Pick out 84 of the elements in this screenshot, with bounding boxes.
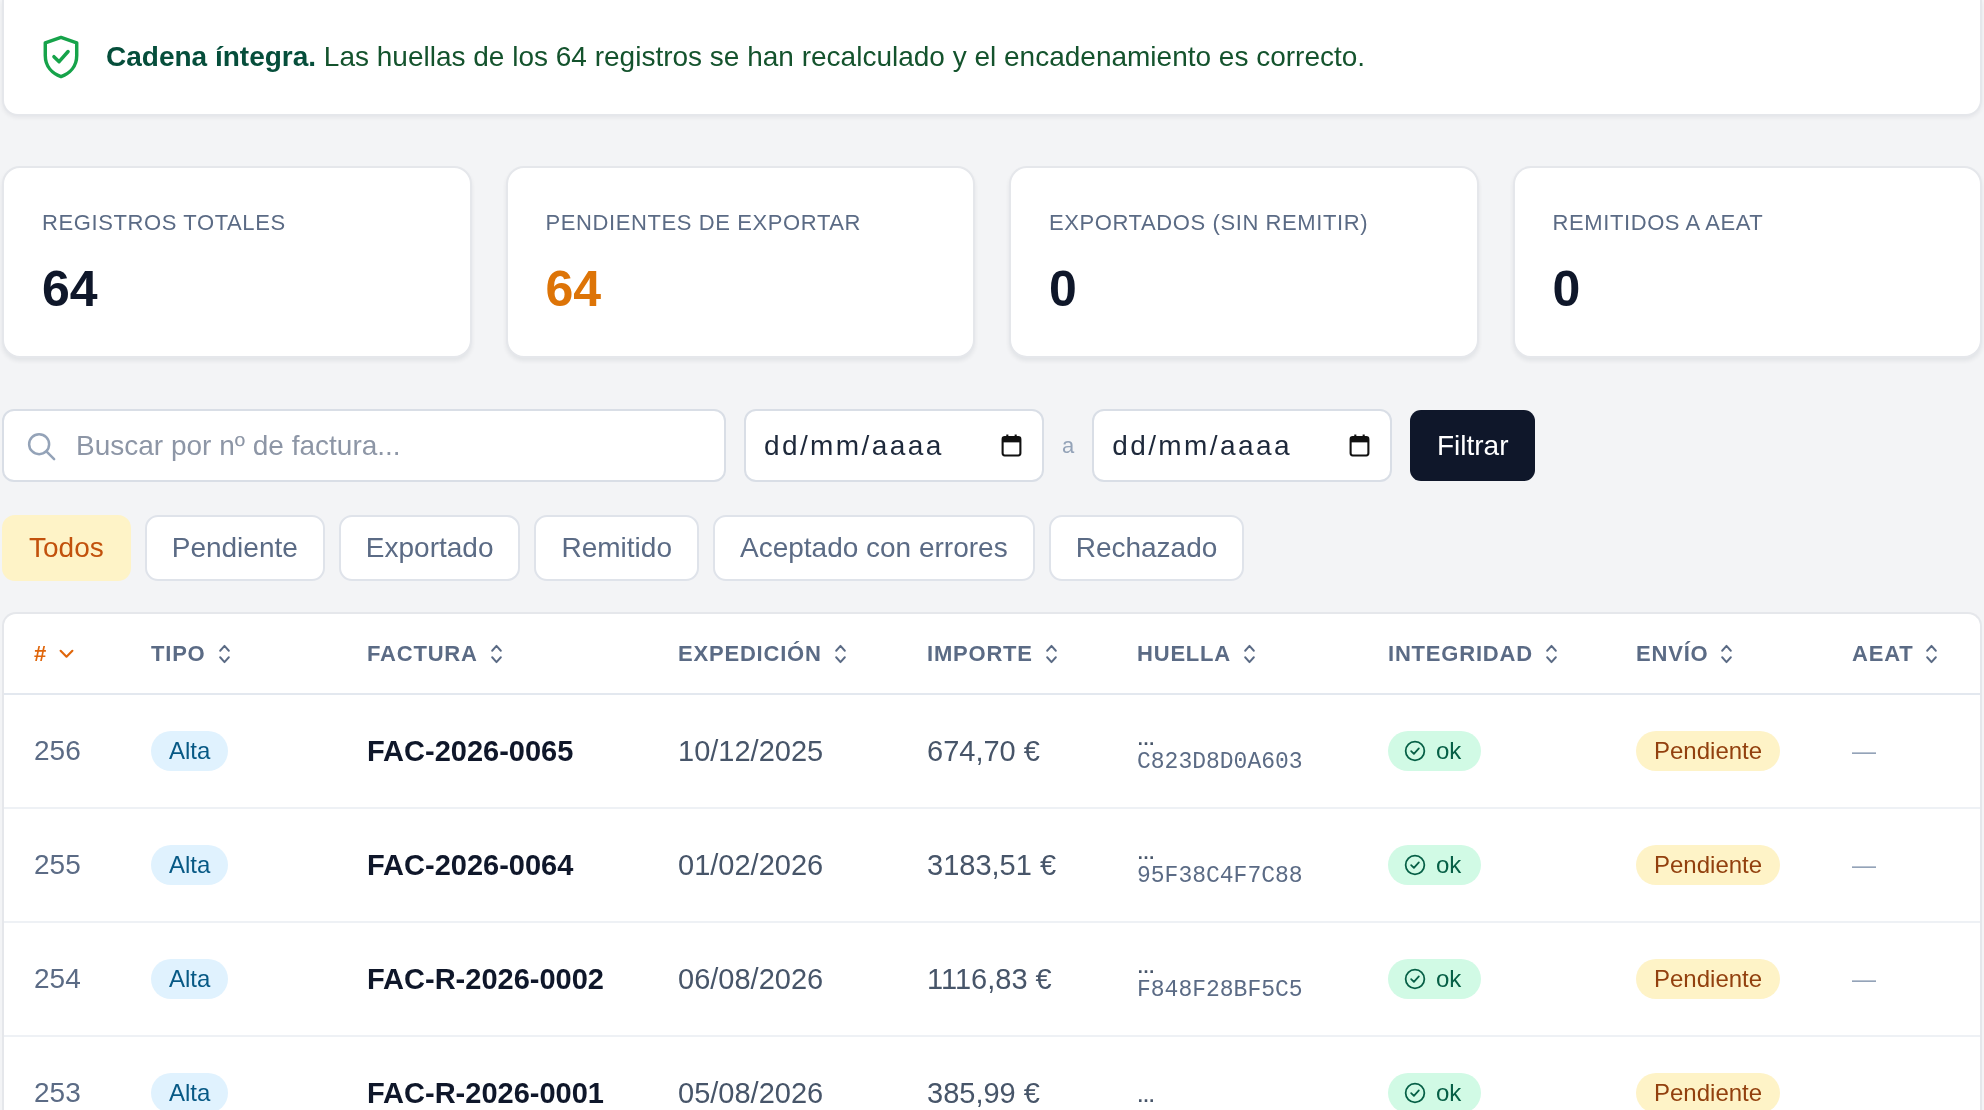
hash-ellipsis: … <box>1137 959 1155 975</box>
type-badge: Alta <box>151 731 229 771</box>
integrity-status: ok <box>1436 1079 1462 1107</box>
issue-date: 06/08/2026 <box>678 962 824 996</box>
sort-icon <box>1720 642 1734 665</box>
sort-icon <box>1925 642 1939 665</box>
search-icon <box>26 431 56 461</box>
status-filter-tab[interactable]: Exportado <box>338 515 521 581</box>
type-badge: Alta <box>151 1073 229 1110</box>
type-badge: Alta <box>151 845 229 885</box>
amount: 1116,83 € <box>927 962 1052 996</box>
aeat-status: — <box>1852 965 1876 993</box>
type-badge: Alta <box>151 959 229 999</box>
column-header[interactable]: # <box>34 640 75 667</box>
record-number: 254 <box>34 963 81 995</box>
check-circle-icon <box>1404 740 1426 762</box>
aeat-status: — <box>1852 737 1876 765</box>
issue-date: 01/02/2026 <box>678 848 824 882</box>
stat-value: 64 <box>42 264 98 314</box>
status-filter-tab[interactable]: Todos <box>2 515 131 581</box>
column-header[interactable]: IMPORTE <box>927 640 1058 667</box>
aeat-status: — <box>1852 851 1876 879</box>
sort-icon <box>489 642 503 665</box>
status-filter-tab[interactable]: Remitido <box>534 515 699 581</box>
column-header[interactable]: HUELLA <box>1137 640 1256 667</box>
column-header[interactable]: TIPO <box>151 640 231 667</box>
sort-icon <box>1243 642 1256 665</box>
issue-date: 05/08/2026 <box>678 1076 824 1110</box>
integrity-status: ok <box>1436 965 1462 993</box>
calendar-icon <box>1001 434 1022 457</box>
shipping-status-badge: Pendiente <box>1636 1073 1781 1110</box>
shipping-status-badge: Pendiente <box>1636 845 1781 885</box>
stat-label: EXPORTADOS (SIN REMITIR) <box>1049 210 1369 236</box>
integrity-status: ok <box>1436 851 1462 879</box>
stat-value: 0 <box>1552 264 1581 314</box>
stat-label: PENDIENTES DE EXPORTAR <box>545 210 862 236</box>
sort-icon <box>1544 642 1558 665</box>
column-header[interactable]: ENVÍO <box>1636 640 1734 667</box>
calendar-icon <box>1349 434 1371 457</box>
status-filter-tab[interactable]: Aceptado con errores <box>712 515 1035 581</box>
hash-value: C823D8D0A603 <box>1137 748 1303 777</box>
chevron-down-icon <box>59 648 75 659</box>
date-range-separator: a <box>1062 432 1075 459</box>
column-header[interactable]: FACTURA <box>367 640 503 667</box>
stat-value: 64 <box>545 264 602 314</box>
check-circle-icon <box>1404 854 1426 876</box>
column-header[interactable]: INTEGRIDAD <box>1388 640 1558 667</box>
integrity-status: ok <box>1436 737 1462 765</box>
hash-value: F848F28BF5C5 <box>1137 976 1303 1005</box>
date-field[interactable]: dd/mm/aaaa <box>744 409 1044 482</box>
check-circle-icon <box>1404 1082 1426 1104</box>
hash-ellipsis: … <box>1137 1088 1155 1104</box>
invoice-number: FAC-R-2026-0001 <box>367 1076 604 1110</box>
hash-value: 95F38C4F7C88 <box>1137 862 1303 891</box>
banner-message: Cadena íntegra. Las huellas de los 64 registros se han recalculado y el encadenamiento es correcto. <box>106 41 1366 73</box>
date-field[interactable]: dd/mm/aaaa <box>1092 409 1393 482</box>
hash-ellipsis: … <box>1137 731 1155 747</box>
amount: 3183,51 € <box>927 848 1056 882</box>
filter-button[interactable]: Filtrar <box>1410 410 1536 481</box>
shield-check-icon <box>42 35 80 79</box>
invoice-number: FAC-R-2026-0002 <box>367 962 604 996</box>
record-number: 256 <box>34 735 81 767</box>
sort-icon <box>217 642 231 665</box>
invoice-number: FAC-2026-0065 <box>367 734 574 768</box>
stat-label: REMITIDOS A AEAT <box>1552 210 1764 236</box>
record-number: 255 <box>34 849 81 881</box>
stat-value: 0 <box>1049 264 1077 314</box>
shipping-status-badge: Pendiente <box>1636 959 1781 999</box>
sort-icon <box>833 642 847 665</box>
status-filter-tab[interactable]: Rechazado <box>1048 515 1245 581</box>
column-header[interactable]: AEAT <box>1852 640 1939 667</box>
invoice-number: FAC-2026-0064 <box>367 848 574 882</box>
issue-date: 10/12/2025 <box>678 734 824 768</box>
check-circle-icon <box>1404 968 1426 990</box>
shipping-status-badge: Pendiente <box>1636 731 1781 771</box>
amount: 674,70 € <box>927 734 1040 768</box>
stat-label: REGISTROS TOTALES <box>42 210 286 236</box>
hash-ellipsis: … <box>1137 845 1155 861</box>
search-field[interactable]: Buscar por nº de factura... <box>2 409 726 482</box>
column-header[interactable]: EXPEDICIÓN <box>678 640 847 667</box>
amount: 385,99 € <box>927 1076 1040 1110</box>
record-number: 253 <box>34 1077 81 1109</box>
status-filter-tab[interactable]: Pendiente <box>144 515 325 581</box>
sort-icon <box>1044 642 1058 665</box>
